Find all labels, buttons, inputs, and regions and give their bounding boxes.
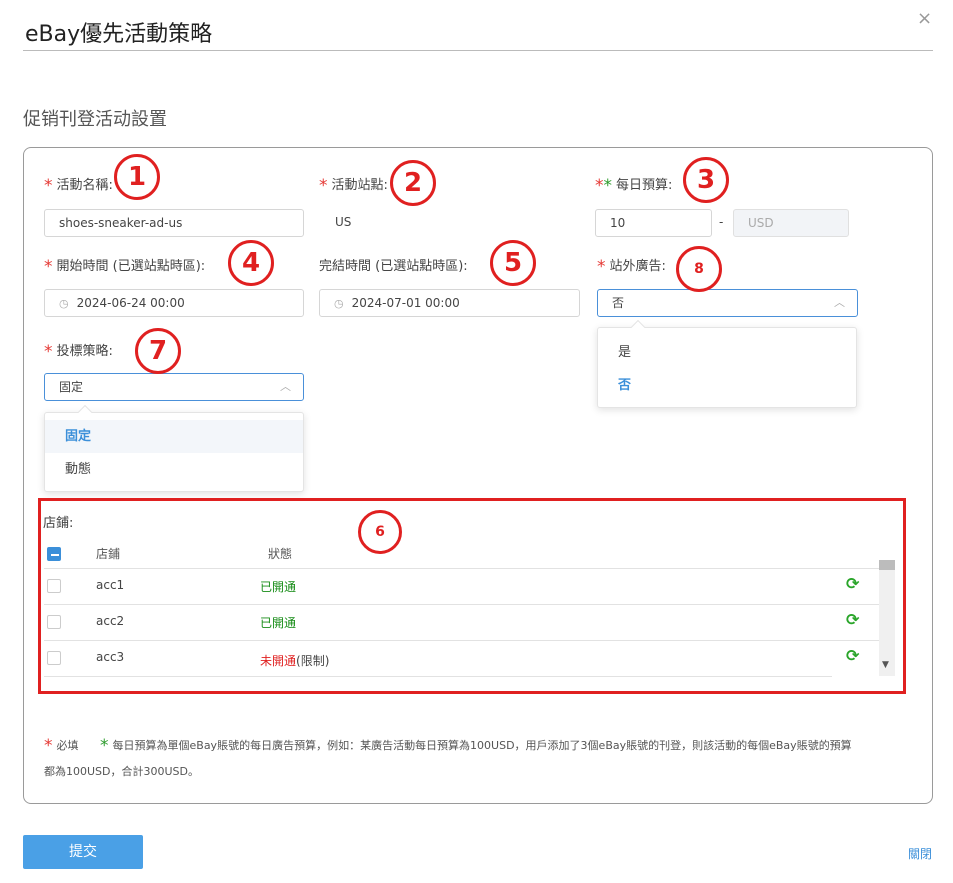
- end-time-label: 完結時間 (已選站點時區):: [319, 259, 468, 274]
- title-divider: [23, 50, 933, 51]
- bid-strategy-label: * 投標策略:: [44, 342, 113, 362]
- store-status: 已開通: [260, 616, 297, 630]
- store-name: acc3: [96, 650, 125, 664]
- budget-note-mark: *: [100, 736, 109, 756]
- offsite-ads-dropdown: 是 否: [597, 327, 857, 408]
- option-yes[interactable]: 是: [598, 336, 856, 369]
- scrollbar-thumb[interactable]: [879, 560, 895, 570]
- clock-icon: ◷: [59, 297, 69, 310]
- required-mark: *: [597, 257, 606, 277]
- required-mark: *: [44, 176, 53, 196]
- chevron-up-icon: ︿: [280, 380, 291, 393]
- offsite-ads-label: * 站外廣告:: [597, 257, 666, 277]
- store-name: acc1: [96, 578, 125, 592]
- campaign-name-input[interactable]: shoes-sneaker-ad-us: [44, 209, 304, 237]
- annotation-badge-7: 7: [135, 328, 181, 374]
- header-store: 店鋪: [96, 547, 121, 561]
- store-label: 店鋪:: [43, 516, 74, 531]
- row-divider: [44, 604, 879, 605]
- option-dynamic[interactable]: 動態: [45, 453, 303, 486]
- bid-strategy-dropdown: 固定 動態: [44, 412, 304, 492]
- required-mark: *: [44, 736, 53, 756]
- annotation-badge-2: 2: [390, 160, 436, 206]
- scroll-down-arrow-icon[interactable]: ▼: [882, 660, 889, 670]
- option-fixed[interactable]: 固定: [45, 420, 303, 453]
- close-link[interactable]: 關閉: [908, 845, 932, 862]
- chevron-up-icon: ︿: [834, 296, 845, 309]
- annotation-badge-3: 3: [683, 157, 729, 203]
- select-all-checkbox[interactable]: [47, 547, 61, 561]
- header-status: 狀態: [268, 547, 293, 561]
- table-scrollbar[interactable]: [879, 560, 895, 676]
- required-mark: *: [44, 342, 53, 362]
- start-time-picker[interactable]: ◷ 2024-06-24 00:00: [44, 289, 304, 317]
- row-divider: [44, 568, 879, 569]
- annotation-badge-8: 8: [676, 246, 722, 292]
- required-mark: *: [44, 257, 53, 277]
- row-divider: [44, 676, 832, 677]
- campaign-name-label: * 活動名稱:: [44, 176, 113, 196]
- dialog-title: eBay優先活動策略: [25, 22, 213, 47]
- campaign-site-value: US: [335, 215, 352, 229]
- store-status: 未開通(限制): [260, 654, 330, 668]
- row-divider: [44, 640, 879, 641]
- submit-button[interactable]: 提交: [23, 835, 143, 869]
- row-checkbox[interactable]: [47, 579, 61, 593]
- row-checkbox[interactable]: [47, 615, 61, 629]
- budget-note-mark: *: [603, 176, 613, 196]
- clock-icon: ◷: [334, 297, 344, 310]
- footnote-line-2: 都為100USD，合計300USD。: [44, 765, 199, 778]
- start-time-label: * 開始時間 (已選站點時區):: [44, 257, 206, 277]
- campaign-site-label: * 活動站點:: [319, 176, 388, 196]
- refresh-icon[interactable]: ⟳: [846, 610, 859, 629]
- required-mark: *: [319, 176, 328, 196]
- end-time-picker[interactable]: ◷ 2024-07-01 00:00: [319, 289, 580, 317]
- store-status: 已開通: [260, 580, 297, 594]
- currency-field: USD: [733, 209, 849, 237]
- option-no[interactable]: 否: [598, 369, 856, 402]
- close-icon[interactable]: ×: [917, 10, 932, 28]
- budget-separator: -: [719, 215, 724, 229]
- row-checkbox[interactable]: [47, 651, 61, 665]
- store-table-highlight: [38, 498, 906, 694]
- annotation-badge-4: 4: [228, 240, 274, 286]
- footnote: * 必填 * 每日預算為單個eBay賬號的每日廣告預算，例如：某廣告活動每日預算為1…: [44, 736, 852, 756]
- annotation-badge-6: 6: [358, 510, 402, 554]
- offsite-ads-select[interactable]: 否 ︿: [597, 289, 858, 317]
- daily-budget-label: ** 每日預算:: [595, 176, 673, 196]
- annotation-badge-5: 5: [490, 240, 536, 286]
- annotation-badge-1: 1: [114, 154, 160, 200]
- section-title: 促销刊登活动設置: [23, 109, 167, 130]
- daily-budget-input[interactable]: 10: [595, 209, 712, 237]
- bid-strategy-select[interactable]: 固定 ︿: [44, 373, 304, 401]
- refresh-icon[interactable]: ⟳: [846, 646, 859, 665]
- store-name: acc2: [96, 614, 125, 628]
- refresh-icon[interactable]: ⟳: [846, 574, 859, 593]
- required-mark: *: [595, 176, 604, 196]
